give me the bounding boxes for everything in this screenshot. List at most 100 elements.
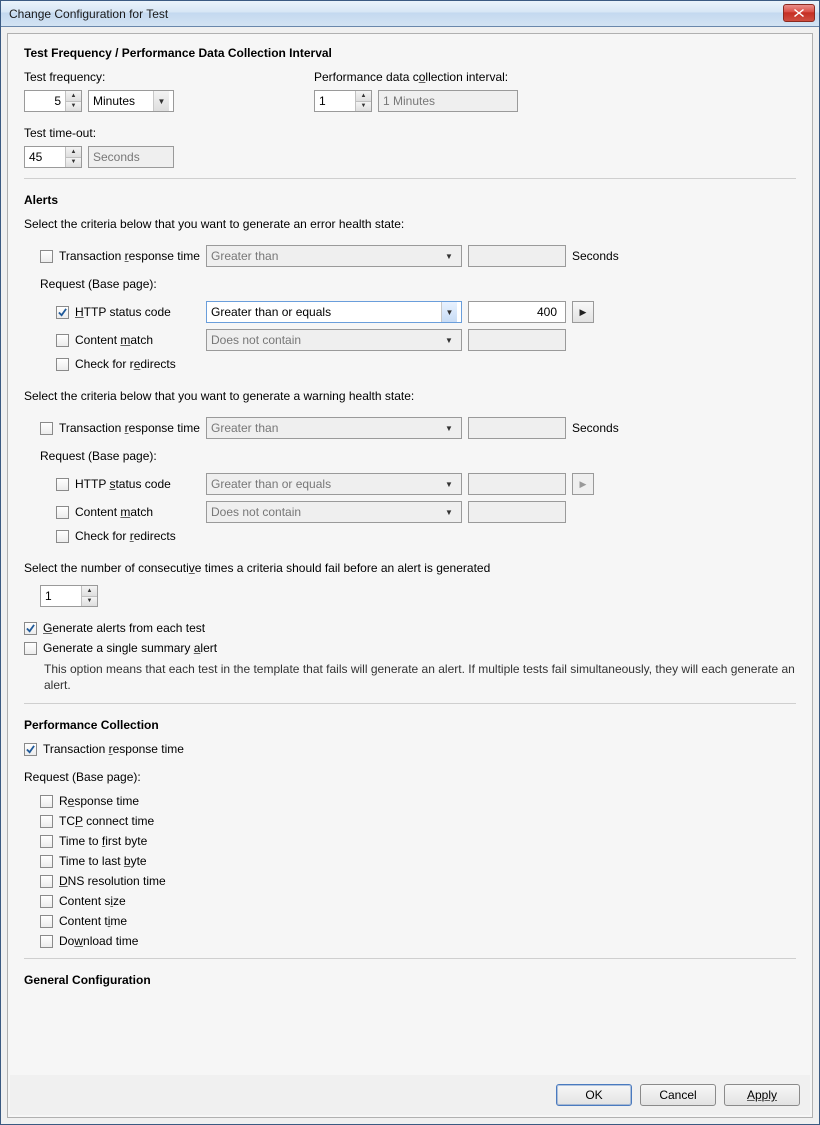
- error-http-label: HTTP status code: [75, 305, 171, 319]
- gen-each-label: Generate alerts from each test: [43, 621, 205, 635]
- error-request-label: Request (Base page):: [40, 277, 796, 291]
- consec-spinner[interactable]: ▲▼: [40, 585, 98, 607]
- checkbox-icon: [40, 250, 53, 263]
- perf-dns-label: DNS resolution time: [59, 874, 166, 888]
- checkbox-icon: [56, 306, 69, 319]
- test-frequency-spinner[interactable]: ▲▼: [24, 90, 82, 112]
- consec-label: Select the number of consecutive times a…: [24, 561, 796, 575]
- checkbox-icon: [56, 334, 69, 347]
- checkbox-icon: [40, 915, 53, 928]
- chevron-down-icon: ▼: [445, 480, 453, 489]
- warn-trt-checkbox[interactable]: Transaction response time: [40, 421, 200, 435]
- divider: [24, 703, 796, 704]
- error-http-checkbox[interactable]: HTTP status code: [56, 305, 200, 319]
- checkbox-icon: [24, 743, 37, 756]
- checkbox-icon: [24, 642, 37, 655]
- checkbox-icon: [56, 506, 69, 519]
- spinner-up-icon[interactable]: ▲: [82, 586, 97, 596]
- section-perf-heading: Performance Collection: [24, 718, 796, 732]
- consec-input[interactable]: [41, 586, 81, 606]
- error-redirect-row: Check for redirects: [56, 357, 796, 371]
- error-redirect-checkbox[interactable]: Check for redirects: [56, 357, 176, 371]
- spinner-up-icon[interactable]: ▲: [66, 147, 81, 157]
- perf-csize-checkbox[interactable]: Content size: [40, 894, 796, 908]
- gen-each-checkbox[interactable]: Generate alerts from each test: [24, 621, 205, 635]
- timeout-spinner[interactable]: ▲▼: [24, 146, 82, 168]
- divider: [24, 178, 796, 179]
- error-trt-unit: Seconds: [572, 249, 619, 263]
- error-http-play-button[interactable]: ▶: [572, 301, 594, 323]
- perf-interval-spinner[interactable]: ▲▼: [314, 90, 372, 112]
- perf-trt-row: Transaction response time: [24, 742, 796, 756]
- spinner-down-icon[interactable]: ▼: [356, 101, 371, 112]
- test-frequency-label: Test frequency:: [24, 70, 314, 84]
- perf-trt-label: Transaction response time: [43, 742, 184, 756]
- spinner-down-icon[interactable]: ▼: [66, 101, 81, 112]
- warn-request-label: Request (Base page):: [40, 449, 796, 463]
- checkbox-icon: [40, 935, 53, 948]
- perf-ttlb-label: Time to last byte: [59, 854, 147, 868]
- perf-ttlb-checkbox[interactable]: Time to last byte: [40, 854, 796, 868]
- gen-desc: This option means that each test in the …: [44, 661, 796, 693]
- titlebar: Change Configuration for Test: [1, 1, 819, 27]
- error-content-op-select: Does not contain ▼: [206, 329, 462, 351]
- checkbox-icon: [56, 358, 69, 371]
- error-redirect-label: Check for redirects: [75, 357, 176, 371]
- perf-ctime-label: Content time: [59, 914, 127, 928]
- perf-tcp-checkbox[interactable]: TCP connect time: [40, 814, 796, 828]
- dialog-window: Change Configuration for Test Test Frequ…: [0, 0, 820, 1125]
- warn-trt-op-select: Greater than ▼: [206, 417, 462, 439]
- warn-http-checkbox[interactable]: HTTP status code: [56, 477, 200, 491]
- perf-response-time-label: Response time: [59, 794, 139, 808]
- timeout-input[interactable]: [25, 147, 65, 167]
- play-icon: ▶: [580, 479, 587, 490]
- perf-dns-checkbox[interactable]: DNS resolution time: [40, 874, 796, 888]
- apply-button[interactable]: Apply: [724, 1084, 800, 1106]
- spinner-up-icon[interactable]: ▲: [356, 91, 371, 101]
- perf-ttfb-label: Time to first byte: [59, 834, 147, 848]
- checkbox-icon: [56, 478, 69, 491]
- perf-response-time-checkbox[interactable]: Response time: [40, 794, 796, 808]
- perf-ttfb-checkbox[interactable]: Time to first byte: [40, 834, 796, 848]
- warn-content-checkbox[interactable]: Content match: [56, 505, 200, 519]
- error-http-op-select[interactable]: Greater than or equals ▼: [206, 301, 462, 323]
- warn-trt-unit: Seconds: [572, 421, 619, 435]
- warning-intro: Select the criteria below that you want …: [24, 389, 796, 403]
- checkbox-icon: [56, 530, 69, 543]
- warn-content-value: [468, 501, 566, 523]
- consec-row: ▲▼: [40, 585, 796, 607]
- warn-content-row: Content match Does not contain ▼: [56, 501, 796, 523]
- close-button[interactable]: [783, 4, 815, 22]
- cancel-button[interactable]: Cancel: [640, 1084, 716, 1106]
- chevron-down-icon: ▼: [445, 252, 453, 261]
- section-general-heading: General Configuration: [24, 973, 796, 987]
- freq-labels-row: Test frequency: Performance data collect…: [24, 70, 796, 84]
- button-bar: OK Cancel Apply: [10, 1075, 810, 1115]
- spinner-down-icon[interactable]: ▼: [82, 596, 97, 607]
- error-intro: Select the criteria below that you want …: [24, 217, 796, 231]
- test-frequency-input[interactable]: [25, 91, 65, 111]
- error-trt-checkbox[interactable]: Transaction response time: [40, 249, 200, 263]
- perf-request-label: Request (Base page):: [24, 770, 796, 784]
- test-frequency-unit-select[interactable]: Minutes ▼: [88, 90, 174, 112]
- outer-panel: Test Frequency / Performance Data Collec…: [1, 27, 819, 1124]
- spinner-down-icon[interactable]: ▼: [66, 157, 81, 168]
- perf-trt-checkbox[interactable]: Transaction response time: [24, 742, 184, 756]
- section-frequency-heading: Test Frequency / Performance Data Collec…: [24, 46, 796, 60]
- perf-interval-input[interactable]: [315, 91, 355, 111]
- ok-button[interactable]: OK: [556, 1084, 632, 1106]
- perf-dl-checkbox[interactable]: Download time: [40, 934, 796, 948]
- checkbox-icon: [40, 795, 53, 808]
- warn-content-label: Content match: [75, 505, 153, 519]
- spinner-up-icon[interactable]: ▲: [66, 91, 81, 101]
- checkbox-icon: [40, 815, 53, 828]
- checkbox-icon: [24, 622, 37, 635]
- scroll-area[interactable]: Test Frequency / Performance Data Collec…: [10, 36, 810, 1075]
- error-http-value[interactable]: [468, 301, 566, 323]
- gen-summary-checkbox[interactable]: Generate a single summary alert: [24, 641, 217, 655]
- error-content-checkbox[interactable]: Content match: [56, 333, 200, 347]
- warn-redirect-checkbox[interactable]: Check for redirects: [56, 529, 176, 543]
- perf-ctime-checkbox[interactable]: Content time: [40, 914, 796, 928]
- chevron-down-icon: ▼: [158, 97, 166, 106]
- chevron-down-icon: ▼: [445, 508, 453, 517]
